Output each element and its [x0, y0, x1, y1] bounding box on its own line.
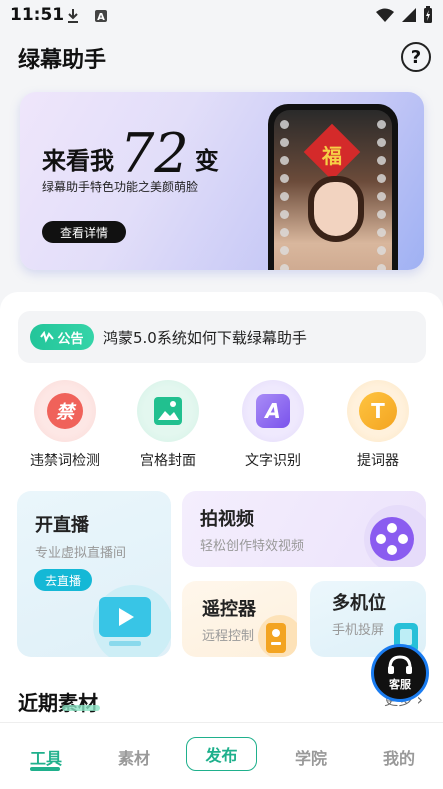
customer-service-label: 客服 [389, 678, 411, 691]
text-recognition-glyph: A [256, 394, 290, 428]
title-underline [62, 705, 100, 711]
download-icon [68, 9, 78, 23]
tool-label: 违禁词检测 [30, 453, 100, 469]
phone-illustration: 福 [268, 104, 398, 270]
recent-materials-title: 近期素材 [18, 691, 98, 715]
card-title: 开直播 [35, 515, 89, 536]
headset-icon [388, 655, 412, 674]
forbidden-word-glyph: 禁 [47, 393, 83, 429]
banner-title: 来看我 72 变 [42, 122, 219, 185]
tool-text-recognition[interactable]: A 文字识别 [223, 380, 323, 470]
picture-icon [154, 397, 182, 425]
bottom-tab-bar: 工具 素材 发布 学院 我的 [0, 722, 443, 789]
card-shoot-video[interactable]: 拍视频 轻松创作特效视频 [182, 491, 426, 567]
notice-bar[interactable]: 公告 鸿蒙5.0系统如何下载绿幕助手 [18, 311, 426, 363]
tab-materials[interactable]: 素材 [118, 745, 150, 769]
card-title: 多机位 [332, 593, 386, 614]
teleprompter-icon: T [347, 380, 409, 442]
text-recognition-icon: A [242, 380, 304, 442]
banner-title-number: 72 [120, 122, 189, 185]
tab-tools[interactable]: 工具 [30, 745, 62, 769]
tool-forbidden-words[interactable]: 禁 违禁词检测 [15, 380, 115, 470]
teleprompter-glyph: T [359, 392, 397, 430]
film-reel-icon [364, 505, 426, 567]
view-details-button[interactable]: 查看详情 [42, 221, 126, 243]
banner-title-pre: 来看我 [42, 147, 114, 175]
card-title: 拍视频 [200, 509, 254, 530]
tool-label: 提词器 [357, 453, 399, 469]
phone-side-icons-right [377, 120, 386, 270]
tool-label: 宫格封面 [140, 453, 196, 469]
forbidden-word-icon: 禁 [34, 380, 96, 442]
app-a-icon: A [95, 10, 107, 23]
card-title: 遥控器 [202, 599, 256, 620]
notice-text: 鸿蒙5.0系统如何下载绿幕助手 [103, 328, 307, 347]
card-subtitle: 远程控制 [202, 629, 255, 644]
tool-teleprompter[interactable]: T 提词器 [328, 380, 428, 470]
notice-badge-label: 公告 [57, 331, 84, 347]
help-glyph: ? [410, 46, 422, 68]
tool-grid-cover[interactable]: 宫格封面 [118, 380, 218, 470]
signal-icon [402, 8, 416, 22]
card-subtitle: 专业虚拟直播间 [35, 546, 127, 561]
phone-screen: 福 [274, 110, 392, 270]
tool-grid: 禁 违禁词检测 宫格封面 A 文字识别 T 提词器 [0, 380, 443, 470]
remote-control-icon [258, 615, 297, 657]
avatar-face [308, 176, 364, 242]
wifi-icon [376, 8, 394, 22]
tv-play-icon [93, 585, 171, 657]
banner-subtitle: 绿幕助手特色功能之美颜萌脸 [42, 180, 199, 194]
top-bar: 绿幕助手 ? [0, 32, 443, 84]
status-bar: 11:51 A [0, 0, 443, 32]
tab-publish[interactable]: 发布 [186, 737, 257, 771]
active-tab-indicator [30, 767, 60, 771]
card-go-live[interactable]: 开直播 专业虚拟直播间 去直播 [17, 491, 171, 657]
card-subtitle: 手机投屏 [332, 623, 385, 638]
battery-charging-icon [424, 6, 432, 23]
card-subtitle: 轻松创作特效视频 [200, 539, 305, 554]
help-icon[interactable]: ? [401, 42, 431, 72]
svg-text:A: A [97, 12, 105, 23]
card-remote-control[interactable]: 遥控器 远程控制 [182, 581, 297, 657]
fu-char: 福 [322, 144, 342, 168]
promo-banner[interactable]: 来看我 72 变 绿幕助手特色功能之美颜萌脸 查看详情 福 [20, 92, 424, 270]
customer-service-button[interactable]: 客服 [371, 644, 429, 702]
grid-cover-icon [137, 380, 199, 442]
banner-title-post: 变 [194, 147, 219, 175]
page-title: 绿幕助手 [18, 48, 107, 73]
notice-badge: 公告 [30, 324, 94, 350]
tool-label: 文字识别 [245, 453, 301, 469]
status-time: 11:51 [10, 5, 65, 25]
phone-side-icons-left [280, 120, 289, 270]
megaphone-icon [40, 331, 55, 343]
tab-academy[interactable]: 学院 [295, 745, 327, 769]
tab-me[interactable]: 我的 [383, 745, 415, 769]
